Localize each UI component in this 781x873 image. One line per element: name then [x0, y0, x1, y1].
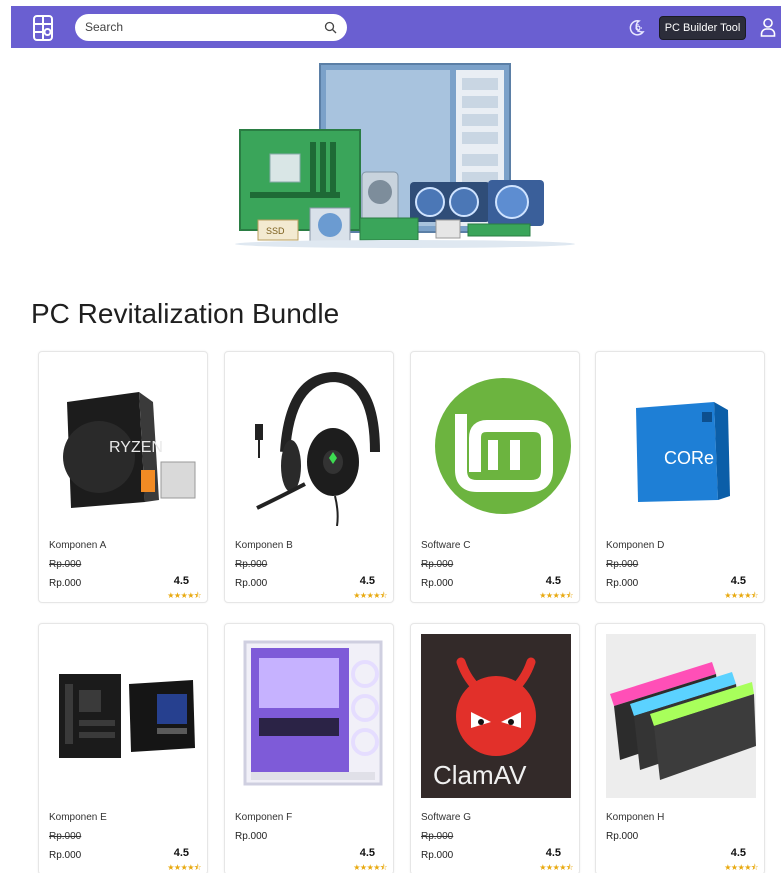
- product-price: Rp.000: [49, 578, 82, 589]
- product-rating: 4.5: [173, 847, 189, 859]
- product-name[interactable]: Komponen F: [235, 812, 292, 823]
- rating-stars-icon: ★★★★⯪: [167, 863, 201, 872]
- product-card[interactable]: Komponen H Rp.000 4.5 ★★★★⯪: [595, 623, 765, 873]
- search-input[interactable]: Search: [75, 14, 347, 41]
- product-name[interactable]: Komponen H: [606, 812, 664, 823]
- pc-builder-tool-button[interactable]: PC Builder Tool: [659, 16, 746, 40]
- product-rating: 4.5: [545, 847, 561, 859]
- product-price: Rp.000: [606, 578, 639, 589]
- rating-stars-icon: ★★★★⯪: [539, 863, 573, 872]
- product-name[interactable]: Komponen A: [49, 540, 106, 551]
- product-price: Rp.000: [49, 850, 82, 861]
- product-rating: 4.5: [359, 575, 375, 587]
- product-name[interactable]: Komponen D: [606, 540, 664, 551]
- user-account-icon[interactable]: [760, 17, 776, 37]
- white-pc-case-image: [235, 634, 385, 798]
- product-rating: 4.5: [730, 575, 746, 587]
- search-icon[interactable]: [324, 21, 337, 34]
- product-old-price: Rp.000: [606, 559, 639, 570]
- hero-pc-components-illustration: SSD: [235, 63, 575, 248]
- ryzen-label: RYZEN: [109, 439, 163, 456]
- product-rating: 4.5: [359, 847, 375, 859]
- product-card[interactable]: Komponen F Rp.000 4.5 ★★★★⯪: [224, 623, 394, 873]
- product-name[interactable]: Software C: [421, 540, 470, 551]
- product-card[interactable]: Komponen B Rp.000 Rp.000 4.5 ★★★★⯪: [224, 351, 394, 603]
- product-rating: 4.5: [173, 575, 189, 587]
- amd-ryzen-5-box-image: RYZEN: [49, 362, 199, 526]
- rating-stars-icon: ★★★★⯪: [353, 591, 387, 600]
- theme-toggle-icon[interactable]: [626, 18, 646, 38]
- svg-text:SSD: SSD: [266, 226, 285, 236]
- product-price: Rp.000: [421, 578, 454, 589]
- product-price: Rp.000: [606, 831, 639, 842]
- product-old-price: Rp.000: [49, 559, 82, 570]
- product-card[interactable]: Software C Rp.000 Rp.000 4.5 ★★★★⯪: [410, 351, 580, 603]
- rgb-ram-sticks-image: [606, 634, 756, 798]
- rating-stars-icon: ★★★★⯪: [724, 591, 758, 600]
- search-placeholder: Search: [85, 20, 124, 34]
- product-rating: 4.5: [730, 847, 746, 859]
- top-navbar: Search PC Builder Tool: [11, 6, 781, 48]
- rating-stars-icon: ★★★★⯪: [539, 591, 573, 600]
- clamav-label: ClamAV: [433, 760, 527, 790]
- rating-stars-icon: ★★★★⯪: [353, 863, 387, 872]
- core-label: CORe: [664, 448, 714, 468]
- intel-core-i5-box-image: CORe: [606, 362, 756, 526]
- product-old-price: Rp.000: [421, 831, 454, 842]
- product-old-price: Rp.000: [235, 559, 268, 570]
- product-old-price: Rp.000: [49, 831, 82, 842]
- product-card[interactable]: ClamAV Software G Rp.000 Rp.000 4.5 ★★★★…: [410, 623, 580, 873]
- product-card[interactable]: RYZEN Komponen A Rp.000 Rp.000 4.5 ★★★★⯪: [38, 351, 208, 603]
- app-logo-icon[interactable]: [33, 15, 53, 41]
- clamav-logo-image: ClamAV: [421, 634, 571, 798]
- linux-mint-logo-image: [421, 362, 571, 526]
- product-price: Rp.000: [235, 831, 268, 842]
- product-price: Rp.000: [421, 850, 454, 861]
- product-old-price: Rp.000: [421, 559, 454, 570]
- product-price: Rp.000: [235, 578, 268, 589]
- product-name[interactable]: Komponen B: [235, 540, 293, 551]
- product-rating: 4.5: [545, 575, 561, 587]
- rating-stars-icon: ★★★★⯪: [724, 863, 758, 872]
- section-title: PC Revitalization Bundle: [31, 298, 340, 329]
- product-card[interactable]: Komponen E Rp.000 Rp.000 4.5 ★★★★⯪: [38, 623, 208, 873]
- product-name[interactable]: Komponen E: [49, 812, 107, 823]
- rating-stars-icon: ★★★★⯪: [167, 591, 201, 600]
- product-name[interactable]: Software G: [421, 812, 471, 823]
- product-card[interactable]: CORe Komponen D Rp.000 Rp.000 4.5 ★★★★⯪: [595, 351, 765, 603]
- asus-motherboard-image: [49, 634, 199, 798]
- gaming-headset-image: [235, 362, 385, 526]
